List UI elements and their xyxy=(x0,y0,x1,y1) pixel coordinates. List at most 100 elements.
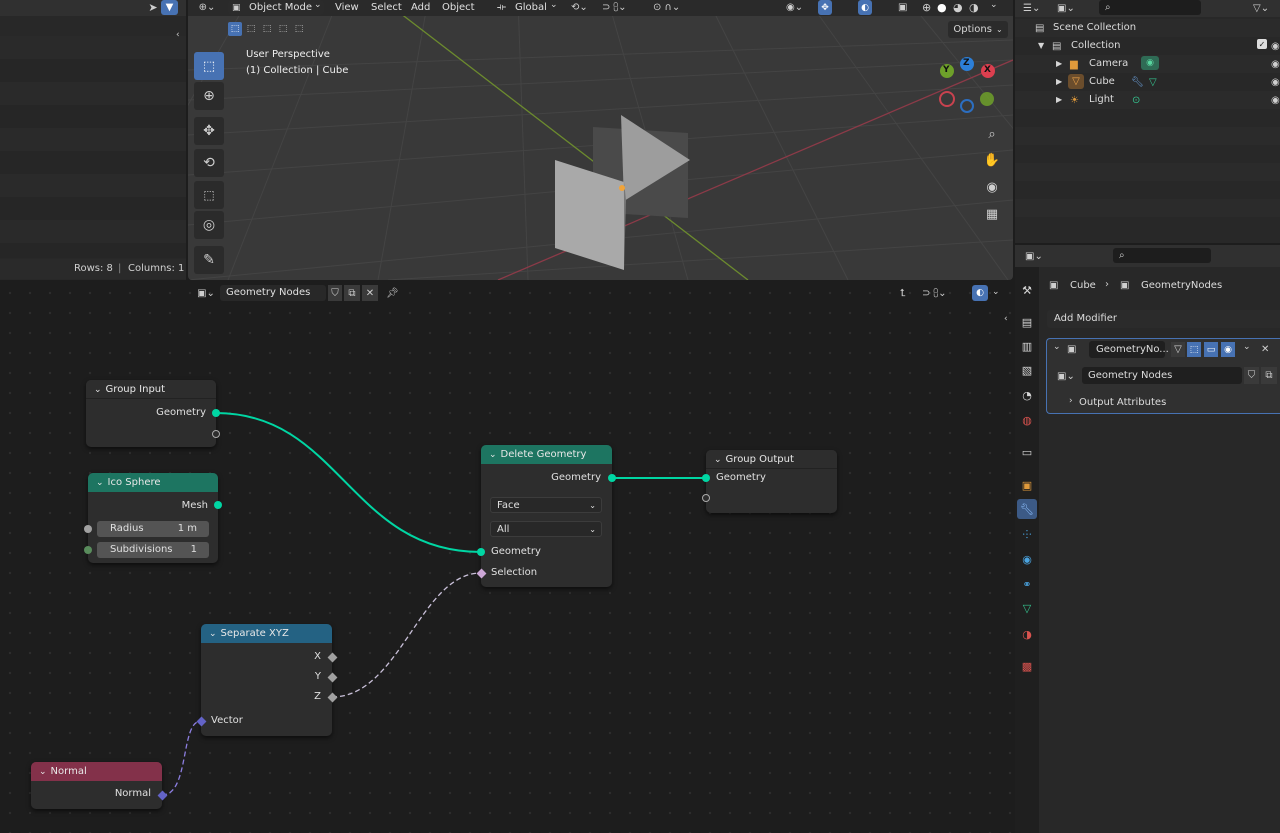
input-socket-geometry[interactable] xyxy=(702,474,710,482)
menu-select[interactable]: Select xyxy=(371,0,402,15)
filter-icon[interactable]: ▽⌄ xyxy=(1253,0,1269,16)
options-button[interactable]: Options ⌄ xyxy=(948,21,1008,38)
outliner-display-mode-icon[interactable]: ☰⌄ xyxy=(1023,0,1040,16)
node-header[interactable]: ⌄ Separate XYZ xyxy=(201,624,332,643)
output-socket-geometry[interactable] xyxy=(608,474,616,482)
gizmo-toggle-icon[interactable]: ✥ xyxy=(818,0,832,15)
duplicate-icon[interactable]: ⧉ xyxy=(1261,367,1277,384)
node-separate-xyz[interactable]: ⌄ Separate XYZ X Y Z Vector xyxy=(196,624,338,736)
menu-add[interactable]: Add xyxy=(411,0,430,15)
shading-material-icon[interactable]: ◕ xyxy=(953,0,963,15)
rotate-tool[interactable]: ⟲ xyxy=(194,149,224,177)
eye-icon[interactable]: ◉ xyxy=(1271,55,1280,73)
expand-arrow-icon[interactable]: › xyxy=(1069,396,1073,406)
select-intersect-icon[interactable]: ⬚ xyxy=(292,22,306,36)
collapse-chevron-icon[interactable]: ‹ xyxy=(176,30,180,40)
node-group-icon[interactable]: ▣⌄ xyxy=(1057,368,1075,384)
expand-arrow-icon[interactable]: ▶ xyxy=(1056,95,1062,104)
pivot-icon[interactable]: ⟲⌄ xyxy=(571,0,588,15)
outliner-filter-view-icon[interactable]: ▣⌄ xyxy=(1057,0,1075,16)
tab-physics[interactable]: ◉ xyxy=(1017,549,1037,569)
input-socket-radius[interactable] xyxy=(84,525,92,533)
collapse-chevron-icon[interactable]: ⌄ xyxy=(714,455,722,465)
fake-user-shield-icon[interactable]: ⛉ xyxy=(328,285,342,301)
overlay-toggle-icon[interactable]: ◐ xyxy=(972,285,988,301)
visibility-icon[interactable]: ◉⌄ xyxy=(786,0,803,15)
include-checkbox-icon[interactable]: ✓ xyxy=(1257,39,1267,49)
outliner-item-cube[interactable]: Cube xyxy=(1089,73,1115,91)
expand-arrow-icon[interactable]: ▼ xyxy=(1038,41,1044,50)
node-normal[interactable]: ⌄ Normal Normal xyxy=(31,762,168,809)
outliner-item-scene-collection[interactable]: Scene Collection xyxy=(1053,19,1136,37)
scale-tool[interactable]: ⬚ xyxy=(194,181,224,209)
select-box-tool[interactable]: ⬚ xyxy=(194,52,224,80)
snap-icon[interactable]: ⊃ ⩉⌄ xyxy=(602,0,626,15)
subdivisions-field[interactable]: Subdivisions 1 xyxy=(97,542,209,558)
duplicate-icon[interactable]: ⧉ xyxy=(344,285,360,301)
eye-icon[interactable]: ◉ xyxy=(1271,37,1280,55)
parent-tree-icon[interactable]: ⮤ xyxy=(900,285,906,301)
output-socket-mesh[interactable] xyxy=(214,501,222,509)
tab-data[interactable]: ▽ xyxy=(1017,598,1037,618)
proportional-edit-icon[interactable]: ⊙ ∩⌄ xyxy=(653,0,680,15)
eye-icon[interactable]: ◉ xyxy=(1271,91,1280,109)
menu-view[interactable]: View xyxy=(335,0,359,15)
node-header[interactable]: ⌄ Group Output xyxy=(706,450,837,469)
input-socket-empty[interactable] xyxy=(702,494,710,502)
transform-tool[interactable]: ◎ xyxy=(194,211,224,239)
output-socket-empty[interactable] xyxy=(212,430,220,438)
pan-hand-icon[interactable]: ✋ xyxy=(982,150,1002,170)
collapse-chevron-icon[interactable]: ⌄ xyxy=(39,767,47,777)
node-group-input[interactable]: ⌄ Group Input Geometry xyxy=(86,380,220,447)
viewport-display-toggle-icon[interactable]: ▭ xyxy=(1204,342,1218,357)
tab-object[interactable]: ▣ xyxy=(1017,475,1037,495)
render-toggle-icon[interactable]: ◉ xyxy=(1221,342,1235,357)
filter-icon[interactable]: ▼ xyxy=(161,0,178,15)
select-new-icon[interactable]: ⬚ xyxy=(228,22,242,36)
expand-arrow-icon[interactable]: ▶ xyxy=(1056,59,1062,68)
chevron-down-icon[interactable]: ⌄ xyxy=(990,0,998,10)
shading-wireframe-icon[interactable]: ⊕ xyxy=(922,0,931,15)
tab-modifiers[interactable]: 🔧︎ xyxy=(1017,499,1037,519)
tab-output[interactable]: ▥ xyxy=(1017,336,1037,356)
on-cage-toggle-icon[interactable]: ⬚ xyxy=(1187,342,1201,357)
tab-material[interactable]: ◑ xyxy=(1017,624,1037,644)
transform-orientation[interactable]: Global xyxy=(515,0,547,15)
select-subtract-icon[interactable]: ⬚ xyxy=(260,22,274,36)
chevron-down-icon[interactable]: ⌄ xyxy=(1243,342,1251,352)
radius-field[interactable]: Radius 1 m xyxy=(97,521,209,537)
chevron-down-icon[interactable]: ⌄ xyxy=(992,287,1000,297)
editor-type-icon[interactable]: ▣⌄ xyxy=(1025,248,1043,264)
eye-icon[interactable]: ◉ xyxy=(1271,73,1280,91)
node-header[interactable]: ⌄ Delete Geometry xyxy=(481,445,612,464)
output-attributes-label[interactable]: Output Attributes xyxy=(1079,397,1166,408)
move-tool[interactable]: ✥ xyxy=(194,117,224,145)
node-tree-selector[interactable]: Geometry Nodes xyxy=(220,285,326,301)
tab-render[interactable]: ▤ xyxy=(1017,312,1037,332)
cursor-tool[interactable]: ⊕ xyxy=(194,82,224,110)
node-header[interactable]: ⌄ Group Input xyxy=(86,380,216,399)
input-socket-subdivisions[interactable] xyxy=(84,546,92,554)
output-socket-geometry[interactable] xyxy=(212,409,220,417)
select-arrow-icon[interactable]: ➤ xyxy=(146,0,160,15)
properties-search-field[interactable]: ⌕ xyxy=(1113,248,1211,263)
xray-icon[interactable]: ▣ xyxy=(898,0,907,15)
tab-world[interactable]: ◍ xyxy=(1017,410,1037,430)
editor-type-icon[interactable]: ▣⌄ xyxy=(194,286,218,301)
add-modifier-button[interactable]: Add Modifier xyxy=(1047,310,1280,328)
shading-solid-icon[interactable]: ● xyxy=(937,0,947,15)
close-icon[interactable]: ✕ xyxy=(362,285,378,301)
node-delete-geometry[interactable]: ⌄ Delete Geometry Geometry Face ⌄ All ⌄ G… xyxy=(476,445,616,587)
tab-constraints[interactable]: ⚭ xyxy=(1017,574,1037,594)
outliner-item-camera[interactable]: Camera xyxy=(1089,55,1128,73)
mode-selector[interactable]: ▣ Object Mode ⌄ xyxy=(228,0,324,15)
collapse-chevron-icon[interactable]: ‹ xyxy=(1004,314,1008,324)
zoom-icon[interactable]: ⌕ xyxy=(982,124,1002,144)
edit-mode-toggle-icon[interactable]: ▽ xyxy=(1171,342,1185,357)
input-socket-geometry[interactable] xyxy=(477,548,485,556)
collapse-chevron-icon[interactable]: ⌄ xyxy=(209,629,217,639)
domain-dropdown[interactable]: Face ⌄ xyxy=(490,497,602,513)
outliner-item-collection[interactable]: Collection xyxy=(1071,37,1120,55)
mode-dropdown[interactable]: All ⌄ xyxy=(490,521,602,537)
select-invert-icon[interactable]: ⬚ xyxy=(276,22,290,36)
